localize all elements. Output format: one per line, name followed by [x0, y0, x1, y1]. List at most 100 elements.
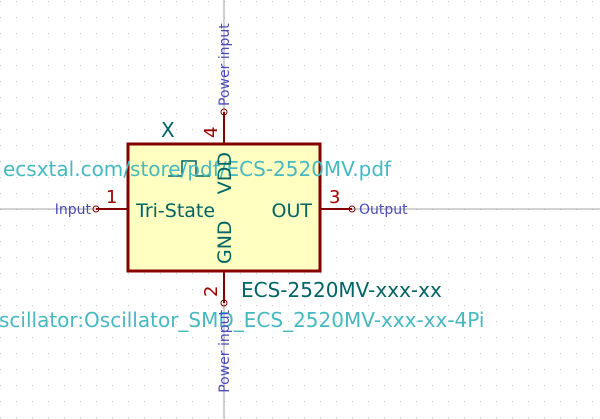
grid-dot — [304, 305, 305, 306]
grid-dot — [496, 401, 497, 402]
grid-dot — [64, 49, 65, 50]
grid-dot — [256, 385, 257, 386]
grid-dot — [96, 97, 97, 98]
grid-dot — [32, 225, 33, 226]
grid-dot — [336, 401, 337, 402]
grid-dot — [352, 65, 353, 66]
grid-dot — [80, 401, 81, 402]
grid-dot — [400, 65, 401, 66]
grid-dot — [560, 369, 561, 370]
grid-dot — [464, 417, 465, 418]
grid-dot — [432, 49, 433, 50]
footprint-field[interactable]: scillator:Oscillator_SMD_ECS_2520MV-xxx-… — [0, 308, 484, 332]
grid-dot — [576, 321, 577, 322]
grid-dot — [176, 81, 177, 82]
grid-dot — [0, 337, 1, 338]
grid-dot — [80, 97, 81, 98]
grid-dot — [432, 1, 433, 2]
grid-dot — [96, 17, 97, 18]
datasheet-field[interactable]: ecsxtal.com/store/pdf/ECS-2520MV.pdf — [3, 157, 392, 181]
grid-dot — [560, 145, 561, 146]
grid-dot — [336, 129, 337, 130]
grid-dot — [560, 257, 561, 258]
grid-dot — [0, 257, 1, 258]
grid-dot — [272, 97, 273, 98]
grid-dot — [208, 113, 209, 114]
grid-dot — [240, 49, 241, 50]
grid-dot — [464, 145, 465, 146]
reference-field[interactable]: X — [161, 118, 175, 142]
grid-dot — [592, 145, 593, 146]
grid-dot — [528, 145, 529, 146]
grid-dot — [336, 145, 337, 146]
grid-dot — [384, 401, 385, 402]
grid-dot — [576, 385, 577, 386]
grid-dot — [176, 401, 177, 402]
grid-dot — [256, 273, 257, 274]
grid-dot — [336, 113, 337, 114]
grid-dot — [400, 49, 401, 50]
grid-dot — [576, 17, 577, 18]
grid-dot — [496, 241, 497, 242]
grid-dot — [48, 97, 49, 98]
grid-dot — [96, 65, 97, 66]
grid-dot — [368, 65, 369, 66]
grid-dot — [16, 33, 17, 34]
grid-dot — [336, 97, 337, 98]
grid-dot — [0, 385, 1, 386]
grid-dot — [80, 337, 81, 338]
grid-dot — [96, 401, 97, 402]
grid-dot — [480, 257, 481, 258]
grid-dot — [368, 193, 369, 194]
grid-dot — [560, 97, 561, 98]
grid-dot — [384, 193, 385, 194]
grid-dot — [80, 305, 81, 306]
grid-dot — [0, 305, 1, 306]
grid-dot — [384, 145, 385, 146]
grid-dot — [352, 113, 353, 114]
grid-dot — [112, 385, 113, 386]
grid-dot — [512, 161, 513, 162]
schematic-canvas[interactable]: ecsxtal.com/store/pdf/ECS-2520MV.pdf sci… — [0, 0, 600, 419]
grid-dot — [272, 33, 273, 34]
grid-dot — [320, 273, 321, 274]
grid-dot — [416, 177, 417, 178]
grid-dot — [448, 97, 449, 98]
grid-dot — [448, 289, 449, 290]
grid-dot — [112, 145, 113, 146]
grid-dot — [288, 1, 289, 2]
grid-dot — [512, 353, 513, 354]
pin-3-number: 3 — [329, 187, 340, 208]
pin-2-name: GND — [214, 220, 236, 264]
grid-dot — [576, 289, 577, 290]
grid-dot — [240, 305, 241, 306]
grid-dot — [432, 97, 433, 98]
grid-dot — [160, 97, 161, 98]
grid-dot — [368, 129, 369, 130]
grid-dot — [160, 1, 161, 2]
grid-dot — [176, 289, 177, 290]
grid-dot — [272, 337, 273, 338]
grid-dot — [496, 1, 497, 2]
grid-dot — [432, 353, 433, 354]
grid-dot — [544, 145, 545, 146]
grid-dot — [320, 401, 321, 402]
grid-dot — [304, 1, 305, 2]
grid-dot — [272, 417, 273, 418]
grid-dot — [288, 97, 289, 98]
value-field[interactable]: ECS-2520MV-xxx-xx — [241, 278, 442, 302]
grid-dot — [512, 305, 513, 306]
grid-dot — [176, 337, 177, 338]
grid-dot — [336, 305, 337, 306]
grid-dot — [400, 193, 401, 194]
grid-dot — [496, 225, 497, 226]
grid-dot — [496, 289, 497, 290]
grid-dot — [272, 113, 273, 114]
grid-dot — [16, 97, 17, 98]
grid-dot — [432, 401, 433, 402]
grid-dot — [16, 417, 17, 418]
grid-dot — [256, 305, 257, 306]
grid-dot — [176, 353, 177, 354]
grid-dot — [576, 417, 577, 418]
grid-dot — [288, 49, 289, 50]
